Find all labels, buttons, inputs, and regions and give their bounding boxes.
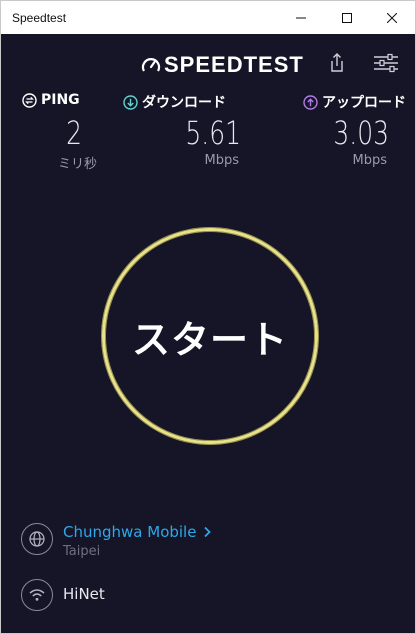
ping-label: PING bbox=[22, 92, 80, 108]
minimize-button[interactable] bbox=[278, 1, 324, 34]
provider-location: Taipei bbox=[63, 544, 101, 559]
ping-icon bbox=[22, 92, 37, 108]
wifi-icon bbox=[29, 589, 45, 601]
minimize-icon bbox=[296, 17, 306, 18]
network-info: HiNet bbox=[63, 579, 105, 603]
download-unit: Mbps bbox=[204, 153, 240, 168]
gauge-logo-icon bbox=[141, 58, 161, 72]
provider-name[interactable]: Chunghwa Mobile bbox=[63, 523, 196, 541]
logo-text: SPEEDTEST bbox=[164, 52, 304, 77]
settings-button[interactable] bbox=[373, 52, 399, 78]
upload-arrow-icon bbox=[303, 94, 318, 110]
close-button[interactable] bbox=[369, 1, 415, 34]
ping-value: 2 bbox=[66, 114, 82, 152]
globe-icon-circle bbox=[21, 523, 53, 555]
start-button-label: スタート bbox=[131, 317, 288, 362]
main-content: SPEEDTEST PING 2 ミリ秒 ダウンロード 5.61 Mbps アッ… bbox=[1, 34, 415, 633]
provider-info: Chunghwa Mobile Taipei bbox=[63, 523, 212, 559]
wifi-icon-circle bbox=[21, 579, 53, 611]
share-icon bbox=[331, 53, 343, 72]
network-name: HiNet bbox=[63, 585, 105, 603]
app-window: Speedtest SPEEDTEST PING 2 ミリ秒 ダウンロード 5.… bbox=[0, 0, 416, 634]
chevron-right-icon[interactable] bbox=[202, 526, 212, 538]
share-button[interactable] bbox=[327, 52, 347, 78]
network-row: HiNet bbox=[21, 579, 105, 611]
upload-value: 3.03 bbox=[333, 114, 389, 152]
upload-label-text: アップロード bbox=[322, 95, 406, 111]
upload-label: アップロード bbox=[303, 92, 406, 112]
maximize-button[interactable] bbox=[324, 1, 370, 34]
close-icon bbox=[387, 12, 397, 23]
download-label: ダウンロード bbox=[123, 92, 226, 112]
download-value: 5.61 bbox=[185, 114, 241, 152]
download-label-text: ダウンロード bbox=[142, 95, 226, 111]
window-title: Speedtest bbox=[12, 10, 67, 25]
provider-link[interactable]: Chunghwa Mobile bbox=[63, 523, 212, 541]
speedtest-logo: SPEEDTEST bbox=[141, 52, 304, 78]
download-arrow-icon bbox=[123, 94, 138, 110]
provider-row[interactable]: Chunghwa Mobile Taipei bbox=[21, 523, 212, 559]
start-button[interactable]: スタート bbox=[102, 228, 318, 444]
maximize-icon bbox=[342, 12, 352, 23]
settings-sliders-icon bbox=[374, 53, 398, 73]
ping-label-text: PING bbox=[41, 92, 80, 108]
globe-icon bbox=[29, 531, 45, 547]
upload-unit: Mbps bbox=[352, 153, 388, 168]
title-bar[interactable]: Speedtest bbox=[1, 1, 415, 34]
ping-unit: ミリ秒 bbox=[57, 157, 97, 172]
